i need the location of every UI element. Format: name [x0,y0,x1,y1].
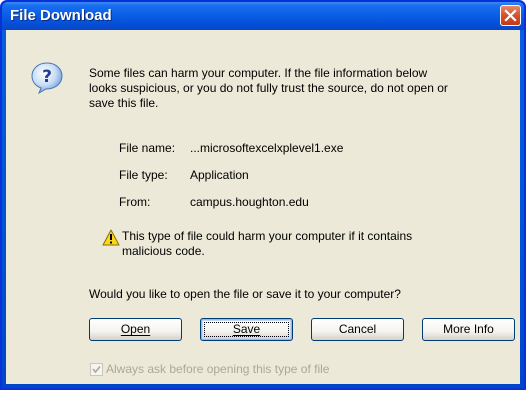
file-name-value: ...microsoftexcelxplevel1.exe [190,141,344,155]
warning-message-line-2: looks suspicious, or you do not fully tr… [89,81,448,95]
save-button-label: Save [232,322,261,336]
file-name-label: File name: [119,141,176,155]
file-download-dialog: File Download ? Some files can harm your… [0,0,526,390]
checkmark-icon [92,365,101,374]
dialog-body: ? Some files can harm your computer. If … [6,30,520,384]
title-bar[interactable]: File Download [2,2,524,30]
window-title: File Download [10,7,112,24]
cancel-button[interactable]: Cancel [311,318,404,341]
file-type-label: File type: [119,168,168,182]
svg-text:?: ? [42,67,52,87]
always-ask-checkbox[interactable] [90,363,103,376]
more-info-button[interactable]: More Info [422,318,515,341]
cancel-button-label: Cancel [338,322,377,336]
question-icon: ? [31,62,63,95]
warning-detail-line-1: This type of file could harm your comput… [122,229,413,243]
warning-message-line-1: Some files can harm your computer. If th… [89,66,428,80]
warning-icon [102,229,120,246]
file-from-label: From: [119,195,151,209]
close-button[interactable] [500,5,521,26]
file-from-value: campus.houghton.edu [190,195,309,209]
save-button[interactable]: Save [200,318,293,341]
more-info-button-label: More Info [443,322,494,336]
close-icon [504,9,517,22]
warning-message-line-3: save this file. [89,96,159,110]
question-text: Would you like to open the file or save … [89,287,401,301]
open-button-label: Open [120,322,151,336]
warning-detail-line-2: malicious code. [122,244,205,258]
open-button[interactable]: Open [89,318,182,341]
file-type-value: Application [190,168,249,182]
always-ask-label: Always ask before opening this type of f… [106,362,330,376]
